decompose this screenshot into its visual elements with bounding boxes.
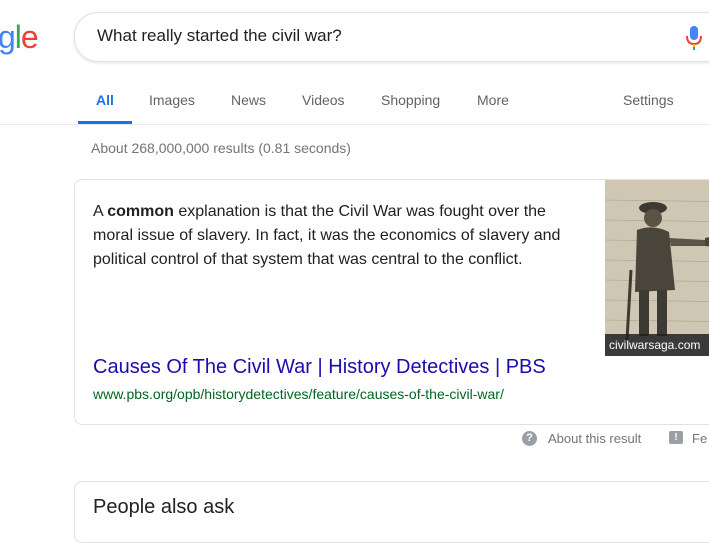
tab-videos[interactable]: Videos bbox=[302, 92, 345, 108]
logo-letter-e: e bbox=[20, 19, 39, 55]
tab-news[interactable]: News bbox=[231, 92, 266, 108]
feedback-link[interactable]: Fe bbox=[692, 431, 707, 446]
about-this-result-link[interactable]: About this result bbox=[548, 431, 641, 446]
snippet-thumbnail[interactable]: civilwarsaga.com bbox=[605, 180, 709, 356]
microphone-icon[interactable] bbox=[683, 25, 705, 51]
search-box[interactable]: What really started the civil war? bbox=[74, 12, 709, 62]
tab-shopping[interactable]: Shopping bbox=[381, 92, 440, 108]
result-url[interactable]: www.pbs.org/opb/historydetectives/featur… bbox=[93, 386, 504, 402]
engraving-illustration bbox=[605, 180, 709, 356]
help-icon[interactable]: ? bbox=[522, 431, 537, 446]
featured-snippet-text: A common explanation is that the Civil W… bbox=[93, 200, 583, 272]
feedback-icon[interactable]: ! bbox=[669, 431, 683, 444]
tabs-divider bbox=[0, 124, 709, 125]
thumbnail-source-caption: civilwarsaga.com bbox=[605, 334, 709, 356]
search-tabs: All Images News Videos Shopping More Set… bbox=[0, 84, 709, 124]
people-also-ask-card: People also ask bbox=[74, 481, 709, 543]
featured-snippet-card: A common explanation is that the Civil W… bbox=[74, 179, 709, 425]
tab-more[interactable]: More bbox=[477, 92, 509, 108]
tab-settings[interactable]: Settings bbox=[623, 92, 674, 108]
tab-all[interactable]: All bbox=[96, 92, 114, 108]
search-input[interactable]: What really started the civil war? bbox=[97, 26, 342, 46]
result-stats: About 268,000,000 results (0.81 seconds) bbox=[91, 140, 351, 156]
snippet-bold-term: common bbox=[107, 203, 174, 220]
tab-images[interactable]: Images bbox=[149, 92, 195, 108]
result-title-link[interactable]: Causes Of The Civil War | History Detect… bbox=[93, 356, 546, 379]
google-logo[interactable]: gle bbox=[0, 19, 39, 56]
snippet-text-start: A bbox=[93, 203, 108, 220]
logo-letter-g: g bbox=[0, 19, 16, 55]
